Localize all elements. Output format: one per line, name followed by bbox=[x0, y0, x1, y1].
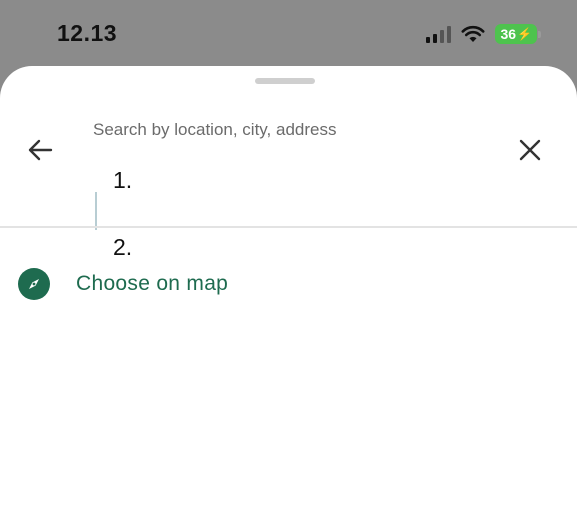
sheet-grabber-handle[interactable] bbox=[255, 78, 315, 84]
status-time: 12.13 bbox=[57, 20, 118, 46]
compass-icon bbox=[18, 268, 50, 300]
clear-close-button[interactable] bbox=[512, 132, 548, 168]
status-bar: 12.13 36 ⚡ bbox=[0, 0, 577, 70]
choose-on-map-button[interactable]: Choose on map bbox=[18, 266, 228, 302]
battery-level: 36 bbox=[500, 26, 517, 42]
arrow-left-icon bbox=[28, 139, 53, 161]
cellular-signal-icon bbox=[426, 25, 452, 43]
battery-indicator: 36 ⚡ bbox=[495, 24, 541, 44]
status-icons: 36 ⚡ bbox=[426, 24, 541, 44]
annotation-marker-2: 2. bbox=[113, 234, 133, 260]
charging-bolt-icon: ⚡ bbox=[517, 27, 532, 41]
location-search-sheet: Search by location, city, address 1. 2. … bbox=[0, 66, 577, 525]
annotation-marker-1: 1. bbox=[113, 167, 133, 193]
search-input[interactable] bbox=[93, 144, 493, 184]
search-field[interactable]: Search by location, city, address bbox=[93, 116, 493, 230]
wifi-icon bbox=[461, 25, 485, 43]
search-label: Search by location, city, address bbox=[93, 120, 337, 139]
back-button[interactable] bbox=[22, 132, 58, 168]
close-icon bbox=[519, 139, 541, 161]
search-divider bbox=[0, 226, 577, 228]
text-caret bbox=[95, 192, 97, 230]
choose-on-map-label: Choose on map bbox=[76, 272, 229, 295]
